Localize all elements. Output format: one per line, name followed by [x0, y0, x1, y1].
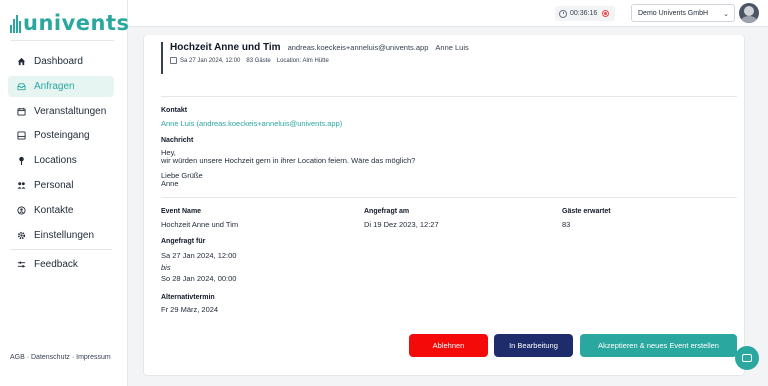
- requested-at-label: Angefragt am: [364, 208, 410, 215]
- inbox-icon: [15, 80, 27, 92]
- reject-button[interactable]: Ablehnen: [409, 334, 488, 357]
- alternative-date-label: Alternativtermin: [161, 294, 215, 301]
- until-word: bis: [161, 263, 171, 272]
- sidebar-item-label: Posteingang: [34, 130, 90, 142]
- home-icon: [15, 56, 27, 68]
- timer-value: 00:36:16: [570, 10, 598, 17]
- request-date: Sa 27 Jan 2024, 12:00: [180, 57, 241, 64]
- company-select-value: Demo Univents GmbH: [638, 9, 709, 17]
- company-select[interactable]: Demo Univents GmbH ⌄: [631, 4, 735, 22]
- contact-link[interactable]: Anne Luis (andreas.koeckeis+anneluis@uni…: [161, 119, 342, 128]
- calendar-icon: [170, 57, 177, 64]
- topbar: 00:36:16 Demo Univents GmbH ⌄: [128, 0, 768, 27]
- divider: [10, 40, 114, 41]
- chevron-down-icon: ⌄: [723, 11, 729, 18]
- requested-from-value: Sa 27 Jan 2024, 12:00: [161, 251, 237, 260]
- sidebar-item-label: Dashboard: [34, 56, 83, 67]
- guests-expected-value: 83: [562, 220, 571, 229]
- request-email: andreas.koeckeis+anneluis@univents.app: [287, 43, 429, 52]
- request-title: Hochzeit Anne und Tim: [170, 42, 281, 53]
- footer-links[interactable]: AGB · Datenschutz · Impressum: [10, 354, 111, 361]
- contacts-icon: [15, 204, 27, 216]
- sidebar-item-label: Feedback: [34, 259, 78, 271]
- chat-icon: [742, 354, 752, 362]
- users-icon: [15, 179, 27, 191]
- requested-at-value: Di 19 Dez 2023, 12:27: [364, 220, 439, 229]
- sidebar: univents Dashboard Anfragen Veranstaltun…: [0, 0, 130, 386]
- sidebar-nav: Dashboard Anfragen Veranstaltungen Poste…: [8, 51, 114, 279]
- sidebar-item-label: Einstellungen: [34, 229, 95, 241]
- gear-icon: [15, 229, 27, 241]
- chat-button[interactable]: [735, 346, 759, 370]
- sidebar-item-personal[interactable]: Personal: [8, 175, 114, 196]
- request-location: Location: Alm Hütte: [276, 57, 329, 64]
- guests-expected-label: Gäste erwartet: [562, 208, 611, 215]
- sidebar-item-label: Personal: [34, 179, 74, 191]
- map-pin-icon: [15, 155, 27, 167]
- divider: [10, 249, 112, 251]
- requested-for-label: Angefragt für: [161, 238, 206, 245]
- message-label: Nachricht: [161, 137, 194, 144]
- sidebar-item-anfragen[interactable]: Anfragen: [8, 75, 114, 97]
- stop-record-icon[interactable]: [602, 10, 610, 17]
- message-line: Anne: [161, 179, 179, 188]
- sidebar-item-label: Locations: [34, 155, 77, 167]
- sidebar-item-kontakte[interactable]: Kontakte: [8, 200, 114, 221]
- sidebar-item-posteingang[interactable]: Posteingang: [8, 125, 114, 146]
- request-detail-card: Hochzeit Anne und Tim andreas.koeckeis+a…: [143, 35, 745, 376]
- message-line: wir würden unsere Hochzeit gern in ihrer…: [161, 156, 416, 165]
- sidebar-item-veranstaltungen[interactable]: Veranstaltungen: [8, 101, 114, 122]
- sliders-icon: [15, 259, 27, 271]
- sidebar-item-label: Anfragen: [34, 80, 75, 92]
- logo-bars-icon: [10, 15, 21, 33]
- event-name-label: Event Name: [161, 208, 202, 215]
- sidebar-item-label: Veranstaltungen: [34, 105, 107, 117]
- contact-label: Kontakt: [161, 107, 188, 114]
- clock-icon: [559, 9, 567, 18]
- request-contact-name: Anne Luis: [435, 43, 469, 52]
- divider: [161, 197, 737, 198]
- sidebar-item-label: Kontakte: [34, 204, 74, 216]
- sidebar-item-einstellungen[interactable]: Einstellungen: [8, 225, 114, 246]
- calendar-icon: [15, 105, 27, 117]
- avatar[interactable]: [739, 3, 759, 23]
- sidebar-item-dashboard[interactable]: Dashboard: [8, 51, 114, 72]
- accept-create-event-button[interactable]: Akzeptieren & neues Event erstellen: [580, 334, 737, 357]
- request-guests: 83 Gäste: [246, 57, 271, 64]
- in-progress-button[interactable]: In Bearbeitung: [494, 334, 573, 357]
- divider: [161, 96, 737, 97]
- event-name-value: Hochzeit Anne und Tim: [161, 220, 239, 229]
- alternative-date-value: Fr 29 März, 2024: [161, 305, 219, 314]
- request-header: Hochzeit Anne und Tim andreas.koeckeis+a…: [161, 42, 469, 74]
- time-tracker[interactable]: 00:36:16: [555, 6, 615, 21]
- requested-to-value: So 28 Jan 2024, 00:00: [161, 274, 237, 283]
- logo-text: univents: [23, 11, 130, 35]
- sidebar-item-locations[interactable]: Locations: [8, 150, 114, 171]
- mailbox-icon: [15, 130, 27, 142]
- univents-logo[interactable]: univents: [10, 9, 130, 35]
- sidebar-item-feedback[interactable]: Feedback: [8, 254, 114, 275]
